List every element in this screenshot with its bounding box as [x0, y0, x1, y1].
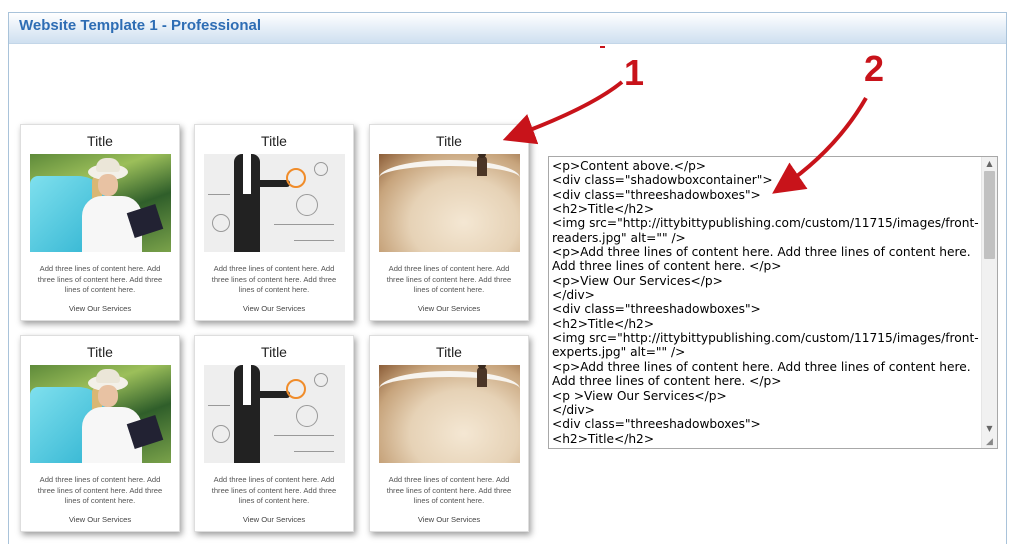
annotation-arrows: [502, 46, 868, 194]
annotation-label-1: 1: [624, 52, 645, 93]
annotation-arrow-2: [772, 97, 868, 194]
annotation-arrow-1: [502, 80, 624, 145]
annotation-label-2: 2: [864, 48, 885, 89]
red-mark: [600, 46, 605, 48]
